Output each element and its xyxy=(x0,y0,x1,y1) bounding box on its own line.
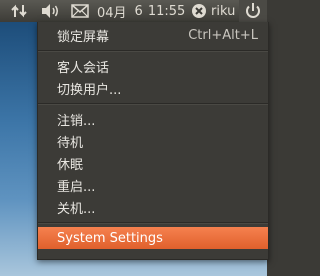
menu-separator xyxy=(38,46,268,55)
network-indicator[interactable] xyxy=(11,0,33,22)
menu-separator xyxy=(38,218,268,227)
volume-icon xyxy=(42,4,58,18)
menu-item-label: 休眠 xyxy=(57,157,84,173)
messaging-icon xyxy=(192,4,206,18)
network-transfer-icon xyxy=(11,4,27,18)
menu-item-label: System Settings xyxy=(57,230,163,246)
menu-item-label: 重启... xyxy=(57,179,96,195)
menu-item-hibernate[interactable]: 休眠 xyxy=(38,152,268,174)
menu-item-label: 关机... xyxy=(57,201,96,217)
menu-item-restart[interactable]: 重启... xyxy=(38,174,268,196)
menu-item-switch-user[interactable]: 切换用户... xyxy=(38,77,268,99)
menu-item-system-settings[interactable]: System Settings xyxy=(38,227,268,249)
mail-icon xyxy=(71,4,89,18)
menu-item-shortcut: Ctrl+Alt+L xyxy=(188,27,258,43)
volume-indicator[interactable] xyxy=(41,0,63,22)
me-indicator[interactable]: riku xyxy=(191,0,235,22)
menu-item-suspend[interactable]: 待机 xyxy=(38,130,268,152)
date-day: 6 xyxy=(134,3,143,19)
date-month: 04月 xyxy=(97,5,127,21)
menu-item-label: 注销... xyxy=(57,113,96,129)
session-menu: 锁定屏幕 Ctrl+Alt+L 客人会话 切换用户... 注销... 待机 休眠… xyxy=(37,22,269,260)
menu-item-shut-down[interactable]: 关机... xyxy=(38,196,268,218)
menu-item-label: 锁定屏幕 xyxy=(57,29,110,45)
clock-indicator[interactable]: 04月 6 11:55 xyxy=(97,0,185,22)
session-indicator[interactable] xyxy=(239,0,267,22)
user-name: riku xyxy=(211,3,236,19)
menu-item-lock-screen[interactable]: 锁定屏幕 Ctrl+Alt+L xyxy=(38,24,268,46)
menu-item-label: 切换用户... xyxy=(57,82,122,98)
messaging-indicator[interactable] xyxy=(71,0,91,22)
clock-time: 11:55 xyxy=(147,3,186,19)
menu-item-label: 客人会话 xyxy=(57,60,110,76)
top-panel: 04月 6 11:55 riku xyxy=(0,0,267,22)
power-gear-icon xyxy=(246,3,260,18)
menu-item-log-out[interactable]: 注销... xyxy=(38,108,268,130)
menu-item-label: 待机 xyxy=(57,135,84,151)
menu-separator xyxy=(38,99,268,108)
menu-item-guest-session[interactable]: 客人会话 xyxy=(38,55,268,77)
